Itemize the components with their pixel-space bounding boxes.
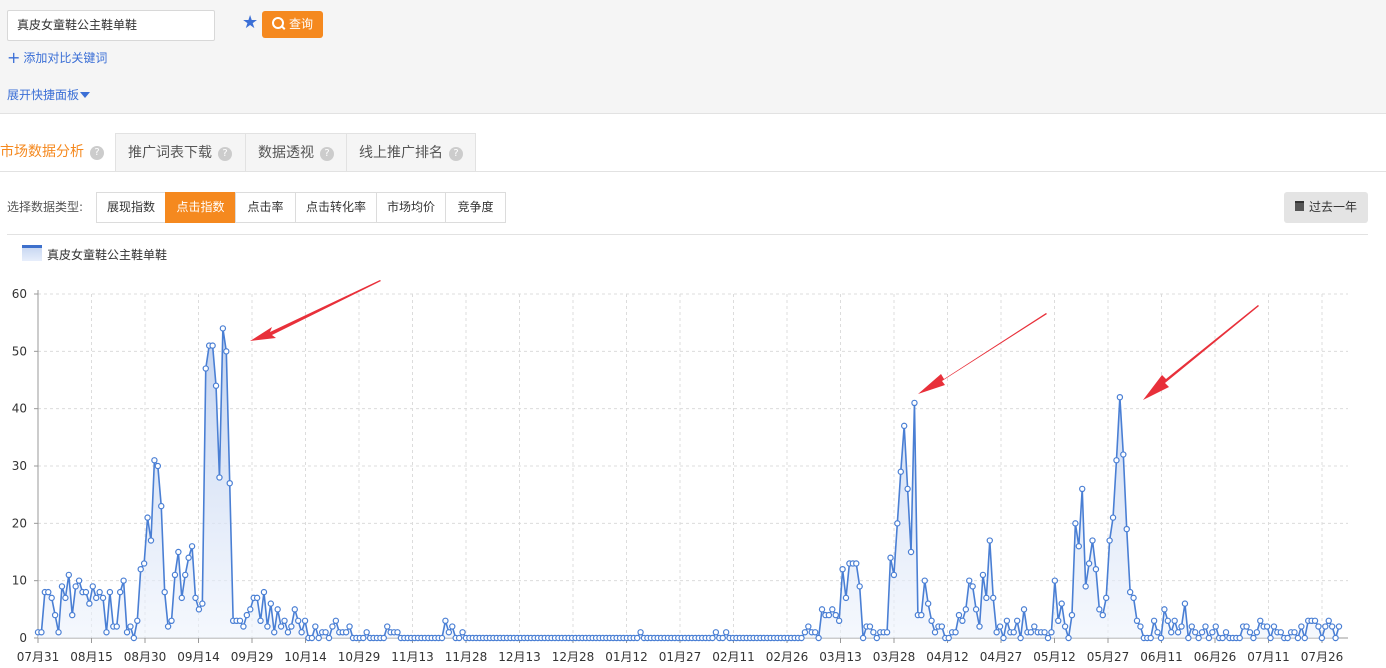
arrow-annotation: [250, 280, 381, 341]
arrow-annotations: [250, 280, 1259, 400]
arrow-annotation: [1143, 305, 1259, 400]
arrow-annotation: [918, 313, 1047, 394]
